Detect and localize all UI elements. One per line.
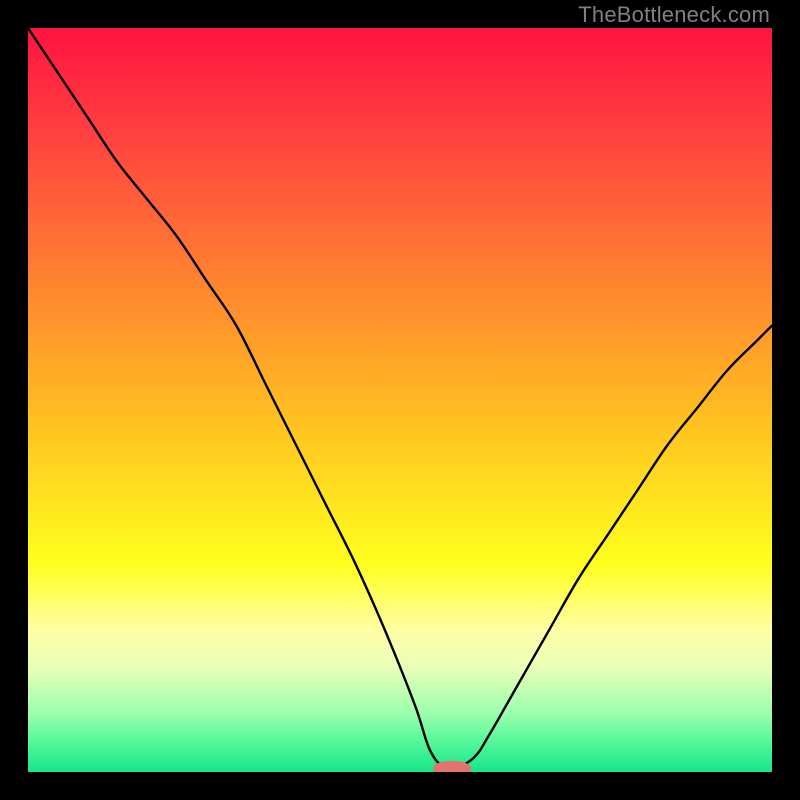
plot-area	[28, 28, 772, 772]
chart-frame: { "watermark": "TheBottleneck.com", "col…	[0, 0, 800, 800]
watermark-text: TheBottleneck.com	[578, 2, 770, 28]
background-gradient	[28, 28, 772, 772]
